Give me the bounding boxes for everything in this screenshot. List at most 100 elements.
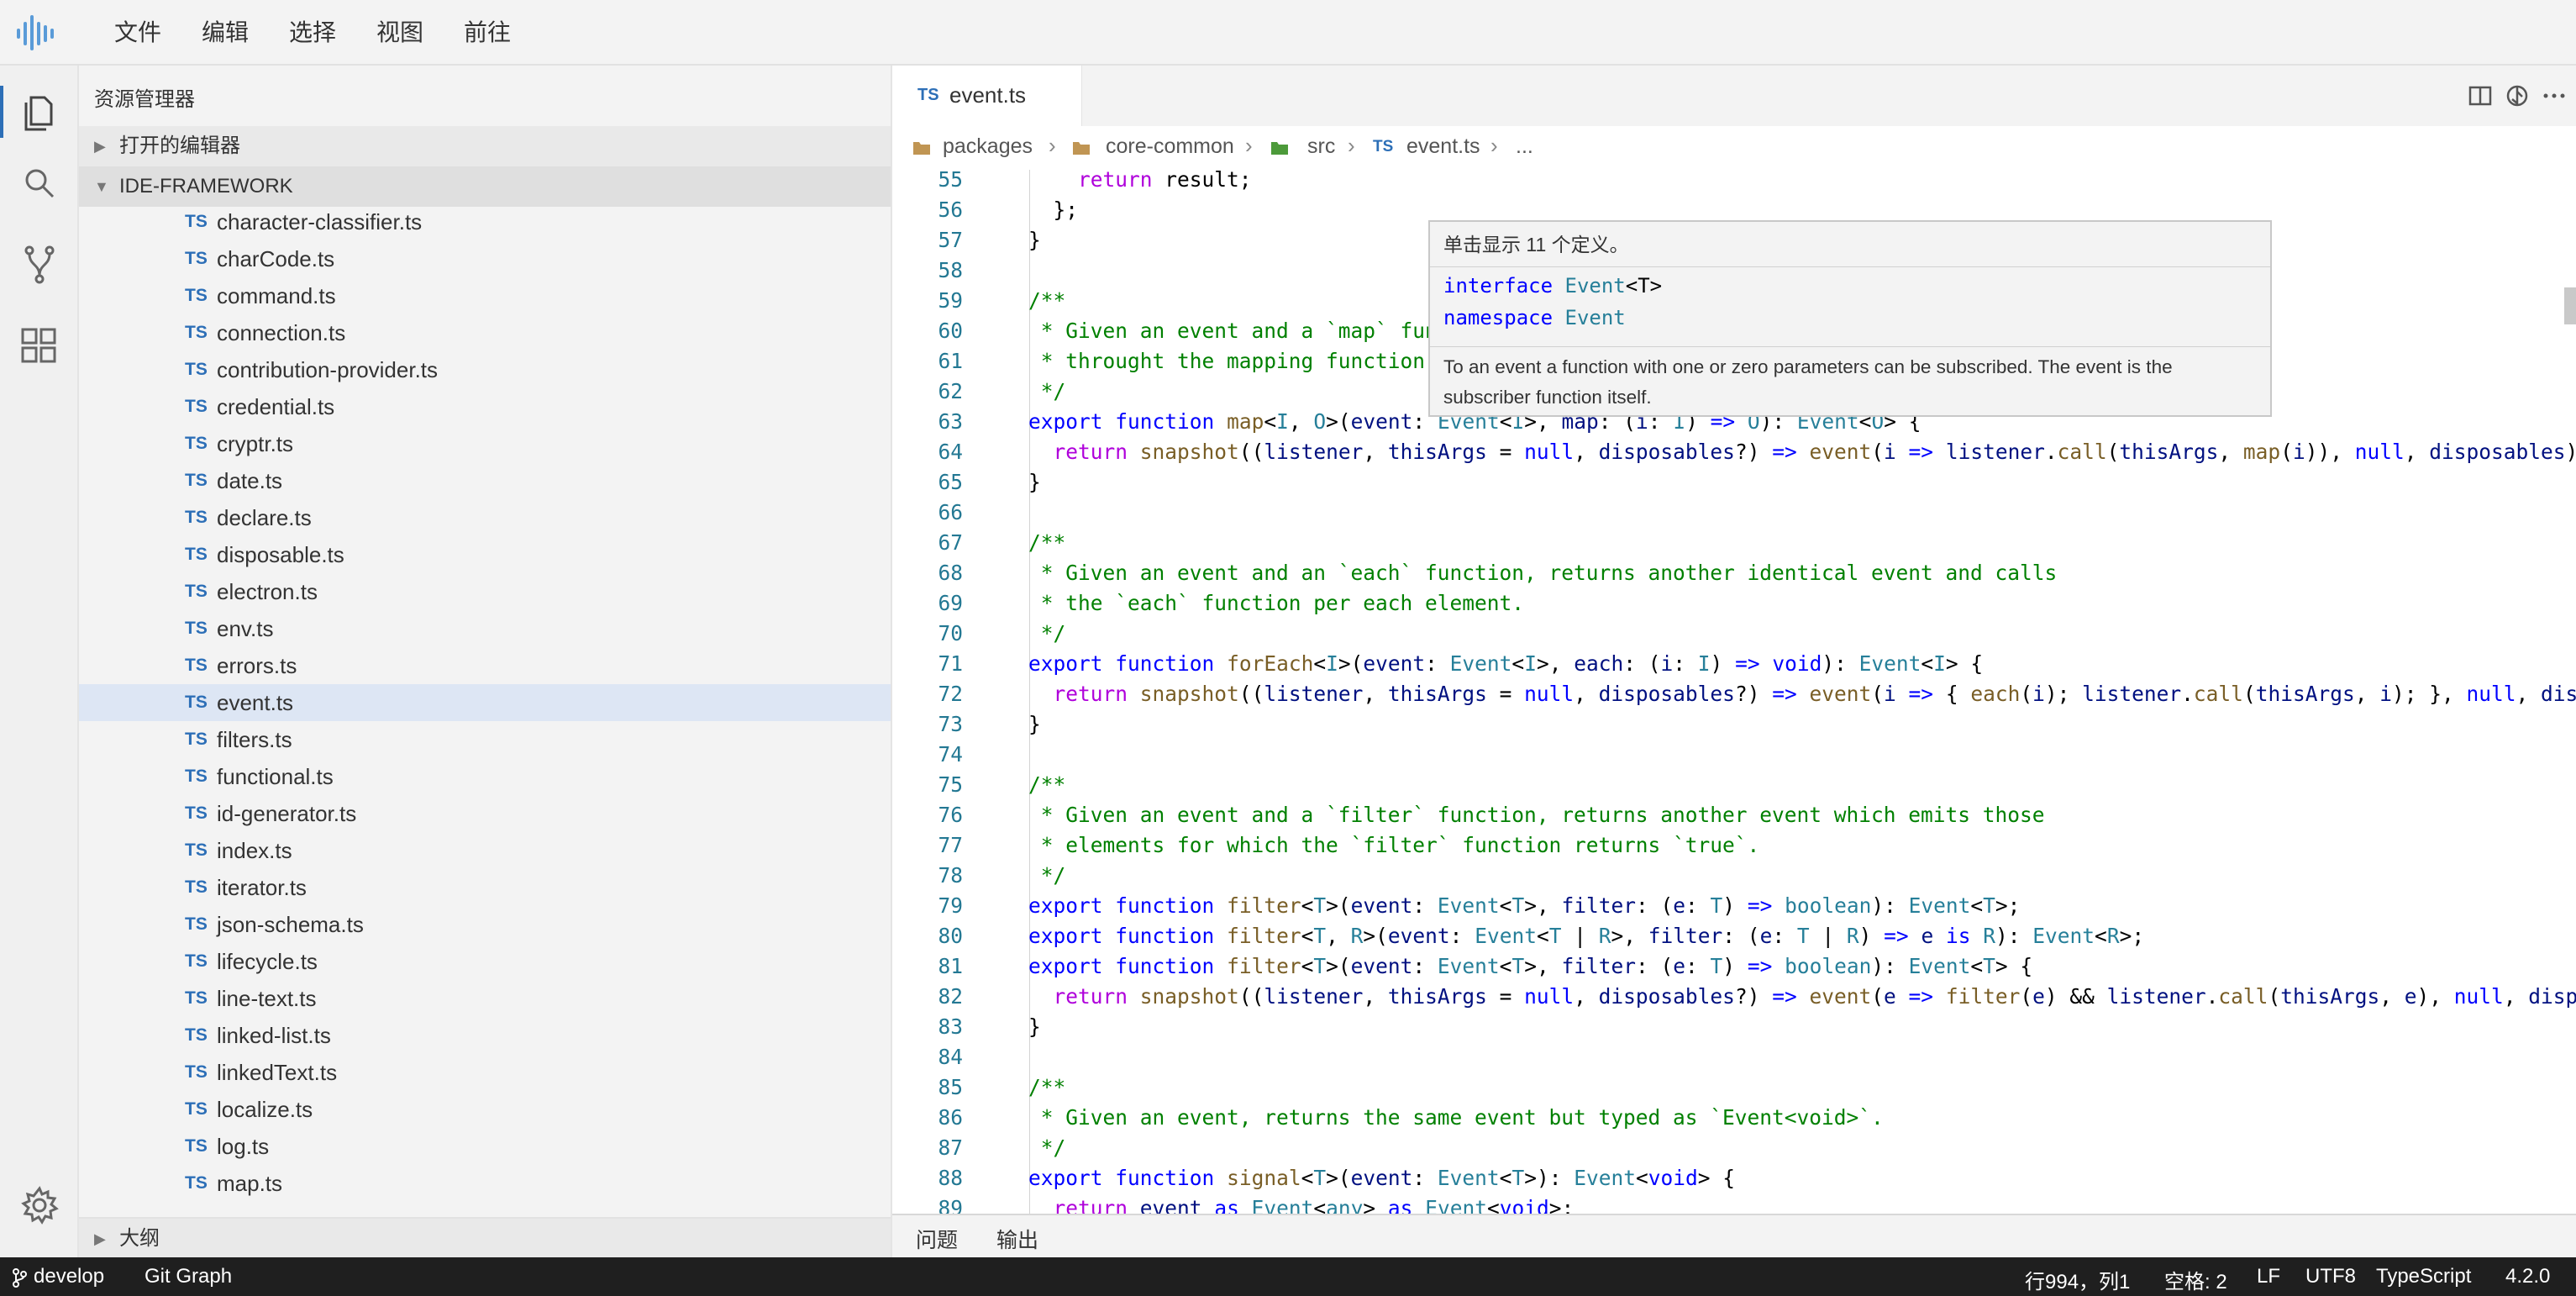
code-token: e bbox=[1884, 984, 1896, 1009]
file-item[interactable]: TS linkedText.ts bbox=[79, 1054, 891, 1091]
file-item[interactable]: TS character-classifier.ts bbox=[79, 203, 891, 240]
explorer-icon[interactable] bbox=[14, 86, 65, 136]
file-item[interactable]: TS log.ts bbox=[79, 1128, 891, 1165]
settings-gear-icon[interactable] bbox=[14, 1180, 65, 1230]
chevron-down-icon: ▼ bbox=[94, 178, 109, 195]
file-item[interactable]: TS event.ts bbox=[79, 684, 891, 721]
file-item[interactable]: TS lifecycle.ts bbox=[79, 943, 891, 980]
language-mode-status[interactable]: TypeScript bbox=[2376, 1265, 2471, 1288]
breadcrumb-src[interactable]: src bbox=[1307, 134, 1335, 159]
code-token: < bbox=[1970, 954, 1984, 978]
breadcrumb-packages[interactable]: packages bbox=[943, 134, 1033, 159]
code-line: 68 * Given an event and an `each` functi… bbox=[892, 558, 2576, 588]
menu-file[interactable]: 文件 bbox=[114, 0, 161, 66]
outline-label: 大纲 bbox=[119, 1227, 160, 1250]
breadcrumb-symbol[interactable]: ... bbox=[1516, 134, 1533, 159]
file-item[interactable]: TS index.ts bbox=[79, 832, 891, 869]
file-item[interactable]: TS electron.ts bbox=[79, 573, 891, 610]
ts-version-status[interactable]: 4.2.0 bbox=[2505, 1265, 2550, 1288]
menu-go[interactable]: 前往 bbox=[464, 0, 511, 66]
code-token: , bbox=[2218, 440, 2243, 464]
code-token: < bbox=[1486, 1196, 1500, 1214]
search-icon[interactable] bbox=[14, 158, 65, 208]
code-token: , bbox=[2354, 682, 2380, 706]
code-token: snapshot bbox=[1139, 984, 1239, 1009]
code-token: T bbox=[1983, 893, 1995, 918]
menu-view[interactable]: 视图 bbox=[376, 0, 423, 66]
file-item[interactable]: TS json-schema.ts bbox=[79, 906, 891, 943]
file-item[interactable]: TS charCode.ts bbox=[79, 240, 891, 277]
file-name: index.ts bbox=[217, 838, 292, 863]
project-section[interactable]: ▼ IDE-FRAMEWORK bbox=[79, 166, 891, 207]
outline-section[interactable]: ▶ 大纲 bbox=[79, 1217, 891, 1257]
code-token: I bbox=[1326, 651, 1338, 676]
file-name: filters.ts bbox=[217, 727, 292, 752]
line-ending-status[interactable]: LF bbox=[2257, 1265, 2280, 1288]
line-number: 57 bbox=[938, 228, 963, 252]
file-item[interactable]: TS filters.ts bbox=[79, 721, 891, 758]
menu-edit[interactable]: 编辑 bbox=[202, 0, 249, 66]
file-item[interactable]: TS errors.ts bbox=[79, 647, 891, 684]
editor-tab-event-ts[interactable]: TS event.ts bbox=[892, 66, 1082, 126]
extensions-icon[interactable] bbox=[14, 319, 65, 370]
line-number: 55 bbox=[938, 170, 963, 192]
vertical-scrollbar[interactable] bbox=[2564, 287, 2576, 324]
file-item[interactable]: TS cryptr.ts bbox=[79, 425, 891, 462]
file-item[interactable]: TS env.ts bbox=[79, 610, 891, 647]
hover-type-name: Event bbox=[1564, 274, 1626, 298]
ts-file-icon: TS bbox=[185, 656, 208, 675]
code-token: ( bbox=[2268, 984, 2281, 1009]
source-control-icon[interactable] bbox=[14, 239, 65, 289]
code-token: ( bbox=[2020, 984, 2033, 1009]
file-item[interactable]: TS contribution-provider.ts bbox=[79, 351, 891, 388]
more-actions-icon[interactable] bbox=[2539, 81, 2569, 111]
code-token: filter bbox=[1227, 893, 1301, 918]
file-item[interactable]: TS date.ts bbox=[79, 462, 891, 499]
code-token: R bbox=[1846, 924, 1859, 948]
cursor-position[interactable]: 行994，列1 bbox=[2025, 1265, 2130, 1294]
open-changes-icon[interactable] bbox=[2502, 81, 2532, 111]
file-item[interactable]: TS id-generator.ts bbox=[79, 795, 891, 832]
indentation-status[interactable]: 空格: 2 bbox=[2164, 1265, 2227, 1294]
file-item[interactable]: TS localize.ts bbox=[79, 1091, 891, 1128]
split-editor-icon[interactable] bbox=[2465, 81, 2495, 111]
ts-file-icon: TS bbox=[185, 1062, 208, 1082]
code-token: , bbox=[2503, 984, 2529, 1009]
hover-header[interactable]: 单击显示 11 个定义。 bbox=[1430, 222, 2270, 267]
encoding-status[interactable]: UTF8 bbox=[2305, 1265, 2356, 1288]
file-item[interactable]: TS connection.ts bbox=[79, 314, 891, 351]
breadcrumb-core-common[interactable]: core-common bbox=[1106, 134, 1234, 159]
open-editors-section[interactable]: ▶ 打开的编辑器 bbox=[79, 126, 891, 166]
file-item[interactable]: TS linked-list.ts bbox=[79, 1017, 891, 1054]
file-item[interactable]: TS credential.ts bbox=[79, 388, 891, 425]
file-item[interactable]: TS functional.ts bbox=[79, 758, 891, 795]
file-item[interactable]: TS line-text.ts bbox=[79, 980, 891, 1017]
breadcrumb-event-ts[interactable]: event.ts bbox=[1406, 134, 1480, 159]
git-graph-button[interactable]: Git Graph bbox=[145, 1265, 232, 1288]
panel-tab-output[interactable]: 输出 bbox=[996, 1224, 1038, 1254]
code-token: event bbox=[1350, 1166, 1413, 1190]
code-token: , bbox=[1574, 984, 1599, 1009]
file-name: electron.ts bbox=[217, 579, 318, 604]
code-token: I bbox=[1697, 651, 1711, 676]
line-number: 71 bbox=[938, 651, 963, 676]
file-item[interactable]: TS map.ts bbox=[79, 1165, 891, 1202]
code-token: , bbox=[1288, 409, 1314, 434]
code-token: , bbox=[2379, 984, 2405, 1009]
code-token: listener bbox=[2106, 984, 2206, 1009]
menu-selection[interactable]: 选择 bbox=[289, 0, 336, 66]
git-branch-status[interactable]: develop bbox=[34, 1265, 104, 1288]
file-item[interactable]: TS iterator.ts bbox=[79, 869, 891, 906]
file-item[interactable]: TS command.ts bbox=[79, 277, 891, 314]
file-item[interactable]: TS disposable.ts bbox=[79, 536, 891, 573]
code-token: /** bbox=[1028, 288, 1066, 313]
line-number: 62 bbox=[938, 379, 963, 403]
file-name: charCode.ts bbox=[217, 246, 335, 271]
code-token: return bbox=[1053, 682, 1128, 706]
code-token: event bbox=[1350, 893, 1413, 918]
file-item[interactable]: TS declare.ts bbox=[79, 499, 891, 536]
panel-tab-problems[interactable]: 问题 bbox=[916, 1224, 958, 1254]
